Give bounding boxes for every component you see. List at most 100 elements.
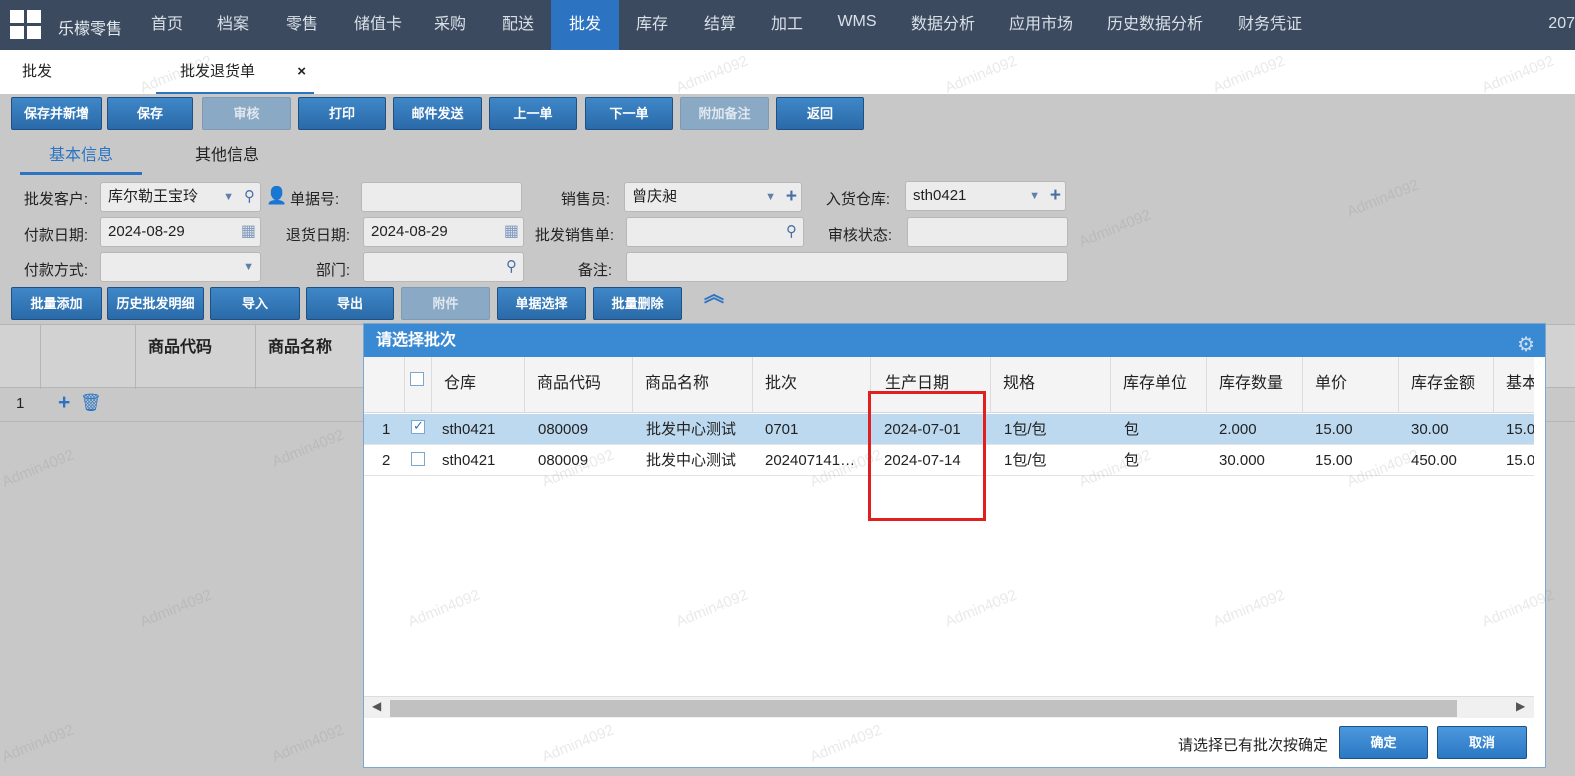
chevron-down-icon[interactable]: ▼ [1029, 182, 1040, 210]
dept-field[interactable]: ⚲ [363, 252, 524, 282]
pay-method-select[interactable]: ▼ [100, 252, 261, 282]
col-warehouse[interactable]: 仓库 [432, 357, 525, 413]
scroll-right-icon[interactable]: ▶ [1516, 699, 1525, 713]
scrollbar-thumb[interactable] [390, 700, 1457, 717]
nav-item-inventory[interactable]: 库存 [620, 0, 684, 50]
print-button[interactable]: 打印 [298, 97, 386, 130]
col-product-code[interactable]: 商品代码 [525, 357, 633, 413]
nav-item-archive[interactable]: 档案 [203, 0, 263, 50]
tab-basic-info[interactable]: 基本信息 [20, 140, 142, 175]
plus-icon[interactable]: + [786, 183, 797, 211]
calendar-icon[interactable]: ▦ [241, 218, 256, 246]
nav-item-data-analysis[interactable]: 数据分析 [896, 0, 990, 50]
col-select-all[interactable] [405, 357, 432, 413]
batch-delete-button[interactable]: 批量删除 [593, 287, 682, 320]
add-user-icon[interactable]: 👤 [266, 186, 287, 206]
email-send-button[interactable]: 邮件发送 [393, 97, 482, 130]
nav-item-wms[interactable]: WMS [824, 0, 890, 50]
cell-spec: 1包/包 [1004, 421, 1047, 438]
col-stock-unit[interactable]: 库存单位 [1111, 357, 1207, 413]
audit-button[interactable]: 审核 [202, 97, 291, 130]
return-date-field[interactable]: 2024-08-29 ▦ [363, 217, 524, 247]
col-batch[interactable]: 批次 [753, 357, 871, 413]
search-icon[interactable]: ⚲ [244, 183, 255, 211]
col-unit-price[interactable]: 单价 [1303, 357, 1399, 413]
collapse-up-icon[interactable]: ︽ [704, 285, 724, 305]
search-icon[interactable]: ⚲ [786, 218, 797, 246]
return-date-label: 退货日期: [285, 227, 350, 244]
tab-wholesale-return[interactable]: 批发退货单 × [156, 50, 314, 94]
dialog-title: 请选择批次 ⚙ [364, 324, 1545, 357]
nav-item-purchase[interactable]: 采购 [420, 0, 480, 50]
save-and-new-button[interactable]: 保存并新增 [11, 97, 102, 130]
col-stock-amount[interactable]: 库存金额 [1399, 357, 1494, 413]
save-button[interactable]: 保存 [107, 97, 193, 130]
nav-item-stored-value-card[interactable]: 储值卡 [338, 0, 418, 50]
attach-remark-button[interactable]: 附加备注 [680, 97, 769, 130]
nav-item-home[interactable]: 首页 [137, 0, 197, 50]
sales-order-field[interactable]: ⚲ [626, 217, 804, 247]
cell-batch: 202407141… [765, 452, 856, 469]
row-checkbox[interactable] [411, 418, 425, 434]
tab-wholesale[interactable]: 批发 [22, 50, 112, 94]
nav-item-app-market[interactable]: 应用市场 [993, 0, 1089, 50]
batch-grid: 仓库 商品代码 商品名称 批次 生产日期 规格 库存单位 库存数量 单价 库存金… [364, 357, 1534, 696]
cell-stock-qty: 2.000 [1219, 421, 1257, 438]
warehouse-field[interactable]: sth0421 ▼ + [905, 181, 1066, 211]
col-basic[interactable]: 基本 [1494, 357, 1534, 413]
batch-add-button[interactable]: 批量添加 [11, 287, 102, 320]
trash-icon[interactable]: 🗑 [80, 393, 102, 413]
nav-item-finance-voucher[interactable]: 财务凭证 [1222, 0, 1318, 50]
col-spec[interactable]: 规格 [991, 357, 1111, 413]
confirm-button[interactable]: 确定 [1339, 726, 1428, 759]
nav-item-history-analysis[interactable]: 历史数据分析 [1092, 0, 1218, 50]
cancel-button[interactable]: 取消 [1437, 726, 1527, 759]
doc-select-button[interactable]: 单据选择 [497, 287, 586, 320]
grid-col-name: 商品名称 [255, 325, 375, 389]
col-stock-qty[interactable]: 库存数量 [1207, 357, 1303, 413]
previous-doc-button[interactable]: 上一单 [489, 97, 577, 130]
select-all-checkbox[interactable] [410, 372, 424, 386]
cell-warehouse: sth0421 [442, 452, 496, 469]
scroll-left-icon[interactable]: ◀ [372, 699, 381, 713]
chevron-down-icon[interactable]: ▼ [243, 253, 254, 281]
remark-field[interactable] [626, 252, 1068, 282]
checkbox-checked-icon[interactable] [411, 418, 425, 434]
chevron-down-icon[interactable]: ▼ [223, 183, 234, 211]
nav-item-retail[interactable]: 零售 [270, 0, 334, 50]
plus-icon[interactable]: + [1050, 182, 1061, 210]
add-row-icon[interactable]: + [58, 391, 70, 415]
app-grid-icon[interactable] [10, 10, 42, 40]
export-button[interactable]: 导出 [306, 287, 394, 320]
nav-item-settlement[interactable]: 结算 [688, 0, 752, 50]
row-checkbox[interactable] [411, 452, 425, 466]
dialog-title-text: 请选择批次 [376, 332, 457, 349]
horizontal-scrollbar[interactable]: ◀ ▶ [364, 696, 1534, 718]
search-icon[interactable]: ⚲ [506, 253, 517, 281]
salesman-field[interactable]: 曾庆昶 ▼ + [624, 182, 802, 212]
nav-item-wholesale[interactable]: 批发 [551, 0, 619, 50]
import-button[interactable]: 导入 [210, 287, 300, 320]
nav-item-distribution[interactable]: 配送 [486, 0, 550, 50]
cell-stock-qty: 30.000 [1219, 452, 1265, 469]
nav-item-processing[interactable]: 加工 [755, 0, 819, 50]
customer-field[interactable]: 库尔勒王宝玲 ▼ ⚲ [100, 182, 261, 212]
tab-label: 批发退货单 [180, 63, 256, 80]
attachment-button[interactable]: 附件 [401, 287, 490, 320]
watermark: Admin4092 [1344, 176, 1422, 221]
close-icon[interactable]: × [297, 50, 306, 94]
cell-product-code: 080009 [538, 452, 589, 469]
doc-no-field[interactable] [361, 182, 522, 212]
chevron-down-icon[interactable]: ▼ [765, 183, 776, 211]
history-detail-button[interactable]: 历史批发明细 [107, 287, 204, 320]
checkbox-unchecked-icon[interactable] [411, 452, 425, 466]
pay-date-field[interactable]: 2024-08-29 ▦ [100, 217, 261, 247]
calendar-icon[interactable]: ▦ [504, 218, 519, 246]
tab-other-info[interactable]: 其他信息 [166, 140, 288, 175]
next-doc-button[interactable]: 下一单 [585, 97, 673, 130]
dialog-hint-text: 请选择已有批次按确定 [1178, 737, 1329, 754]
dept-label: 部门: [315, 262, 350, 279]
col-product-name[interactable]: 商品名称 [633, 357, 753, 413]
back-button[interactable]: 返回 [776, 97, 864, 130]
production-date-highlight-box [868, 391, 986, 521]
